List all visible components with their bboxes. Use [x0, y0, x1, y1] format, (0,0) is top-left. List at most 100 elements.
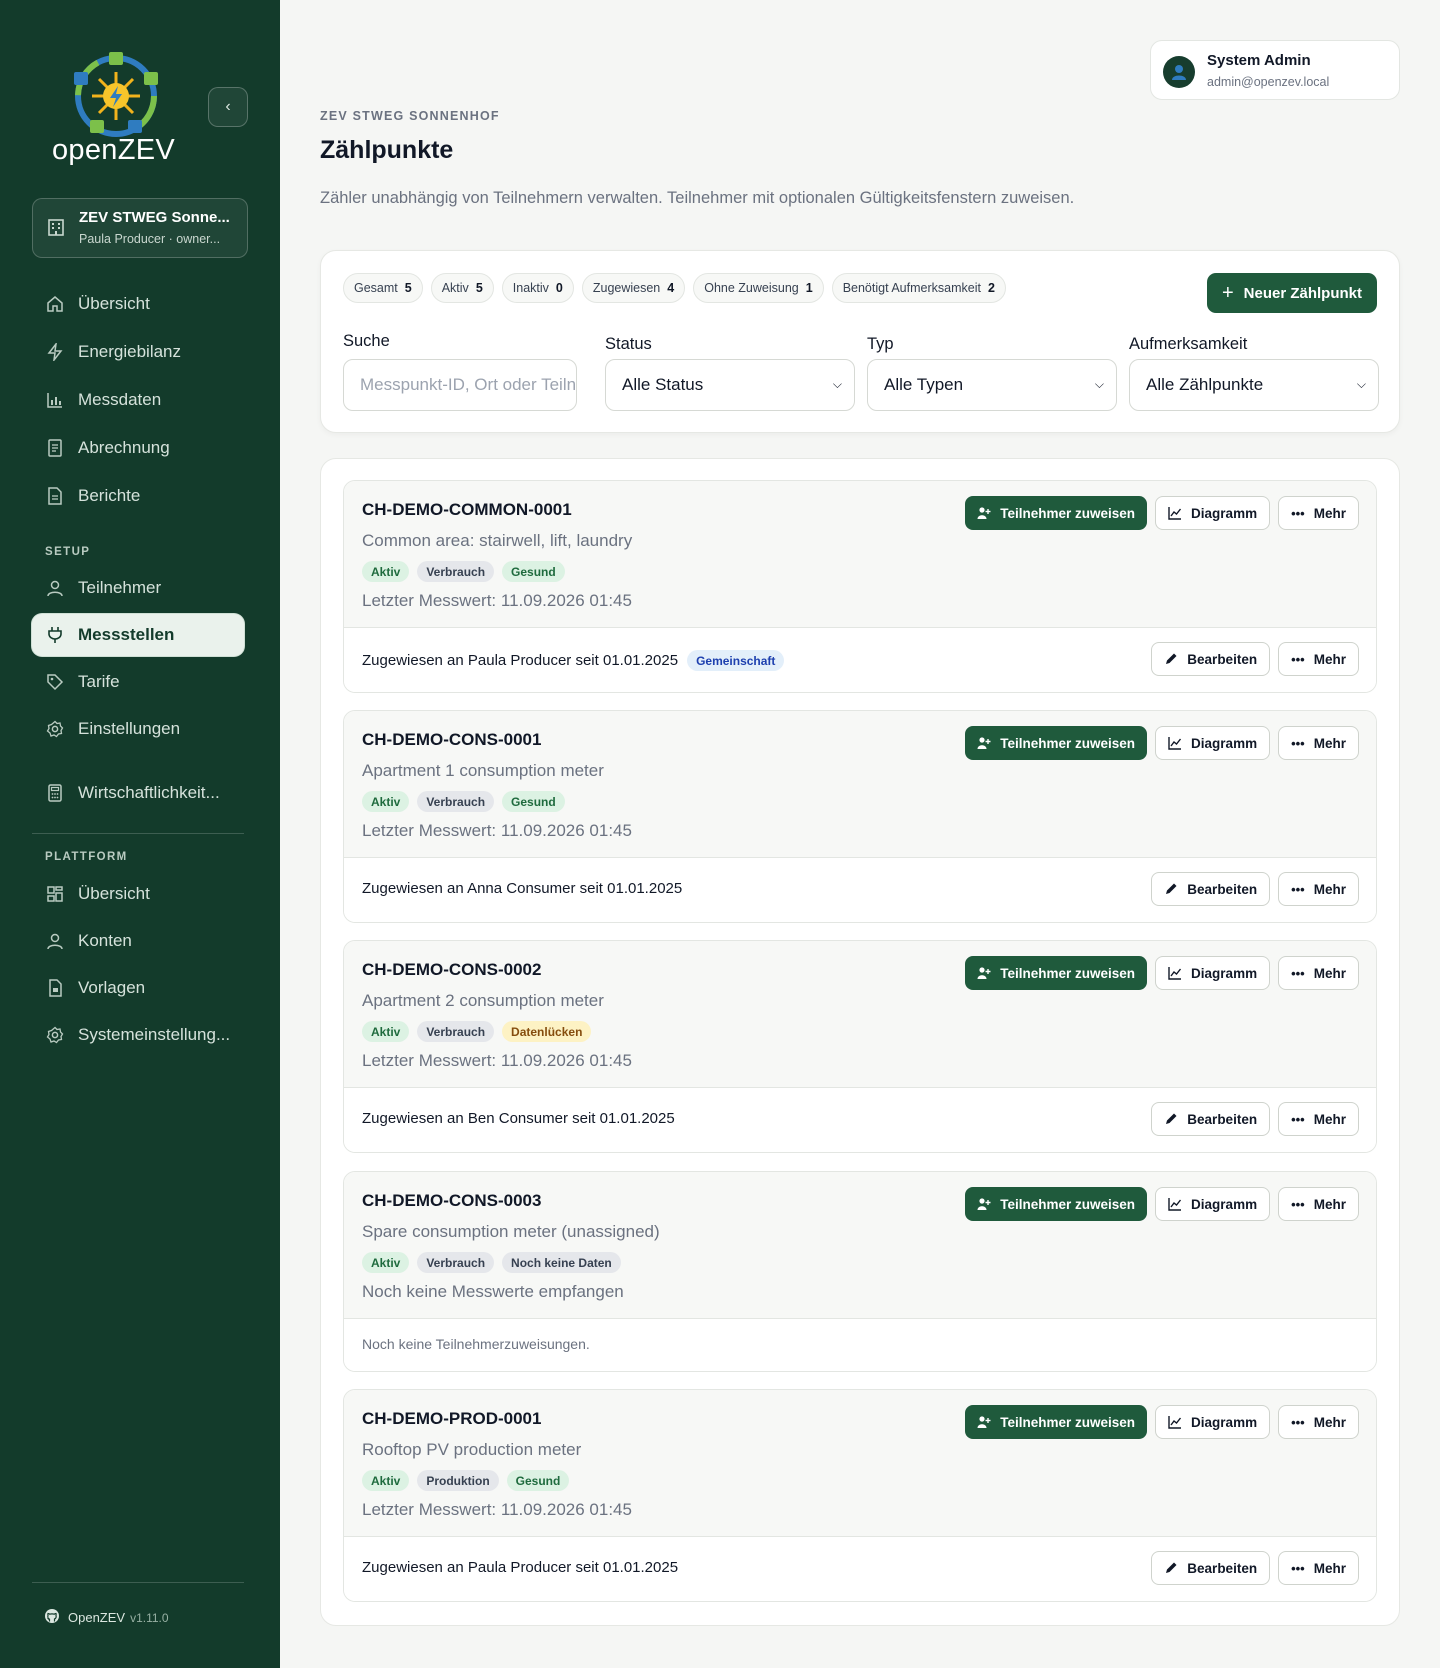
stat-chip-ohne-zuweisung[interactable]: Ohne Zuweisung 1: [693, 273, 824, 303]
nav-item-systemeinstellungen[interactable]: Systemeinstellung...: [32, 1014, 244, 1056]
gear-icon: [46, 1026, 64, 1044]
meter-id[interactable]: CH-DEMO-CONS-0001: [362, 730, 541, 750]
chart-button[interactable]: Diagramm: [1155, 956, 1271, 990]
user-plus-icon: [977, 506, 991, 520]
stat-chip-inaktiv[interactable]: Inaktiv 0: [501, 273, 574, 303]
search-input[interactable]: Messpunkt-ID, Ort oder Teiln: [343, 359, 577, 411]
meter-description: Common area: stairwell, lift, laundry: [362, 531, 633, 550]
chart-button[interactable]: Diagramm: [1155, 496, 1271, 530]
attention-select-value: Alle Zählpunkte: [1146, 375, 1264, 394]
nav-item-plattform-uebersicht[interactable]: Übersicht: [32, 873, 244, 915]
meter-id[interactable]: CH-DEMO-CONS-0002: [362, 960, 541, 980]
meter-id[interactable]: CH-DEMO-CONS-0003: [362, 1191, 541, 1211]
line-chart-icon: [1168, 736, 1182, 750]
meter-description: Apartment 1 consumption meter: [362, 761, 604, 780]
stat-chip-gesamt[interactable]: Gesamt 5: [343, 273, 423, 303]
more-button[interactable]: ••• Mehr: [1278, 1405, 1359, 1439]
assignment-actions: Bearbeiten ••• Mehr: [1151, 642, 1359, 676]
stat-chip-aktiv[interactable]: Aktiv 5: [430, 273, 494, 303]
meter-card-header: CH-DEMO-CONS-0002 Apartment 2 consumptio…: [344, 941, 1376, 1088]
stat-chip-aufmerksamkeit[interactable]: Benötigt Aufmerksamkeit 2: [831, 273, 1006, 303]
more-label: Mehr: [1313, 651, 1346, 667]
assignment-row: Zugewiesen an Ben Consumer seit 01.01.20…: [344, 1088, 1376, 1152]
nav-item-vorlagen[interactable]: Vorlagen: [32, 967, 244, 1009]
nav-item-konten[interactable]: Konten: [32, 920, 244, 962]
community-eyebrow: ZEV STWEG SONNENHOF: [320, 109, 500, 123]
nav-item-label: Messdaten: [78, 390, 162, 409]
community-switcher[interactable]: ZEV STWEG Sonne... Paula Producer · owne…: [32, 198, 248, 258]
nav-item-label: Konten: [78, 931, 132, 950]
chevron-down-icon: ⌵: [1356, 377, 1366, 391]
sidebar-footer[interactable]: OpenZEV v1.11.0: [44, 1608, 169, 1627]
user-icon: [46, 932, 64, 950]
chart-button[interactable]: Diagramm: [1155, 1405, 1271, 1439]
assign-participant-label: Teilnehmer zuweisen: [1000, 1414, 1136, 1430]
type-badge: Verbrauch: [417, 791, 495, 812]
nav-item-uebersicht[interactable]: Übersicht: [32, 283, 244, 325]
more-button[interactable]: ••• Mehr: [1278, 956, 1359, 990]
assign-participant-button[interactable]: Teilnehmer zuweisen: [965, 1187, 1148, 1221]
more-button[interactable]: ••• Mehr: [1278, 496, 1359, 530]
sidebar-divider: [32, 833, 244, 834]
type-select[interactable]: Alle Typen ⌵: [867, 359, 1117, 411]
chart-button[interactable]: Diagramm: [1155, 1187, 1271, 1221]
meter-id[interactable]: CH-DEMO-COMMON-0001: [362, 500, 572, 520]
stat-label: Zugewiesen: [592, 281, 661, 295]
nav-item-tarife[interactable]: Tarife: [32, 661, 244, 703]
more-button[interactable]: ••• Mehr: [1278, 872, 1359, 906]
nav-section-plattform: PLATTFORM: [45, 851, 128, 863]
edit-label: Bearbeiten: [1187, 881, 1258, 897]
user-menu[interactable]: System Admin admin@openzev.local: [1150, 40, 1400, 100]
nav-item-teilnehmer[interactable]: Teilnehmer: [32, 567, 244, 609]
last-reading: Letzter Messwert: 11.09.2026 01:45: [362, 1500, 632, 1519]
edit-button[interactable]: Bearbeiten: [1151, 1102, 1271, 1136]
nav-item-label: Tarife: [78, 672, 120, 691]
nav-item-wirtschaftlichkeit[interactable]: Wirtschaftlichkeit...: [32, 772, 244, 814]
assign-participant-button[interactable]: Teilnehmer zuweisen: [965, 1405, 1148, 1439]
nav-item-messdaten[interactable]: Messdaten: [32, 379, 244, 421]
status-select[interactable]: Alle Status ⌵: [605, 359, 855, 411]
assign-participant-button[interactable]: Teilnehmer zuweisen: [965, 726, 1148, 760]
nav-item-label: Einstellungen: [78, 719, 181, 738]
meter-id[interactable]: CH-DEMO-PROD-0001: [362, 1409, 541, 1429]
more-label: Mehr: [1313, 735, 1346, 751]
plus-icon: +: [1221, 282, 1234, 304]
footer-label: OpenZEV: [68, 1610, 126, 1625]
type-label: Typ: [867, 335, 894, 353]
stat-label: Benötigt Aufmerksamkeit: [842, 281, 981, 295]
nav-item-messstellen[interactable]: Messstellen: [32, 614, 244, 656]
edit-button[interactable]: Bearbeiten: [1151, 642, 1271, 676]
user-plus-icon: [977, 1415, 991, 1429]
file-icon: [46, 979, 64, 997]
edit-button[interactable]: Bearbeiten: [1151, 872, 1271, 906]
meter-actions: Teilnehmer zuweisen Diagramm ••• Mehr: [965, 956, 1359, 990]
assign-participant-button[interactable]: Teilnehmer zuweisen: [965, 496, 1148, 530]
attention-select[interactable]: Alle Zählpunkte ⌵: [1129, 359, 1379, 411]
assign-participant-button[interactable]: Teilnehmer zuweisen: [965, 956, 1148, 990]
more-button[interactable]: ••• Mehr: [1278, 1187, 1359, 1221]
stat-chip-zugewiesen[interactable]: Zugewiesen 4: [581, 273, 686, 303]
assignment-text: Zugewiesen an Anna Consumer seit 01.01.2…: [362, 880, 682, 897]
nav-item-einstellungen[interactable]: Einstellungen: [32, 708, 244, 750]
document-icon: [46, 487, 64, 505]
more-button[interactable]: ••• Mehr: [1278, 642, 1359, 676]
assignment-text: Zugewiesen an Paula Producer seit 01.01.…: [362, 650, 785, 671]
chart-button[interactable]: Diagramm: [1155, 726, 1271, 760]
nav-item-label: Energiebilanz: [78, 342, 182, 361]
assignment-row: Noch keine Teilnehmerzuweisungen.: [344, 1319, 1376, 1371]
more-button[interactable]: ••• Mehr: [1278, 1102, 1359, 1136]
edit-button[interactable]: Bearbeiten: [1151, 1551, 1271, 1585]
collapse-sidebar-button[interactable]: ‹: [208, 87, 248, 127]
stat-value: 5: [404, 281, 412, 295]
new-meter-button[interactable]: + Neuer Zählpunkt: [1206, 273, 1377, 313]
nav-item-berichte[interactable]: Berichte: [32, 475, 244, 517]
last-reading: Letzter Messwert: 11.09.2026 01:45: [362, 1051, 632, 1070]
nav-item-abrechnung[interactable]: Abrechnung: [32, 427, 244, 469]
edit-label: Bearbeiten: [1187, 1111, 1258, 1127]
more-icon: •••: [1291, 505, 1305, 521]
status-badge: Aktiv: [362, 1021, 410, 1042]
more-button[interactable]: ••• Mehr: [1278, 1551, 1359, 1585]
meter-actions: Teilnehmer zuweisen Diagramm ••• Mehr: [965, 726, 1359, 760]
more-button[interactable]: ••• Mehr: [1278, 726, 1359, 760]
nav-item-energiebilanz[interactable]: Energiebilanz: [32, 331, 244, 373]
